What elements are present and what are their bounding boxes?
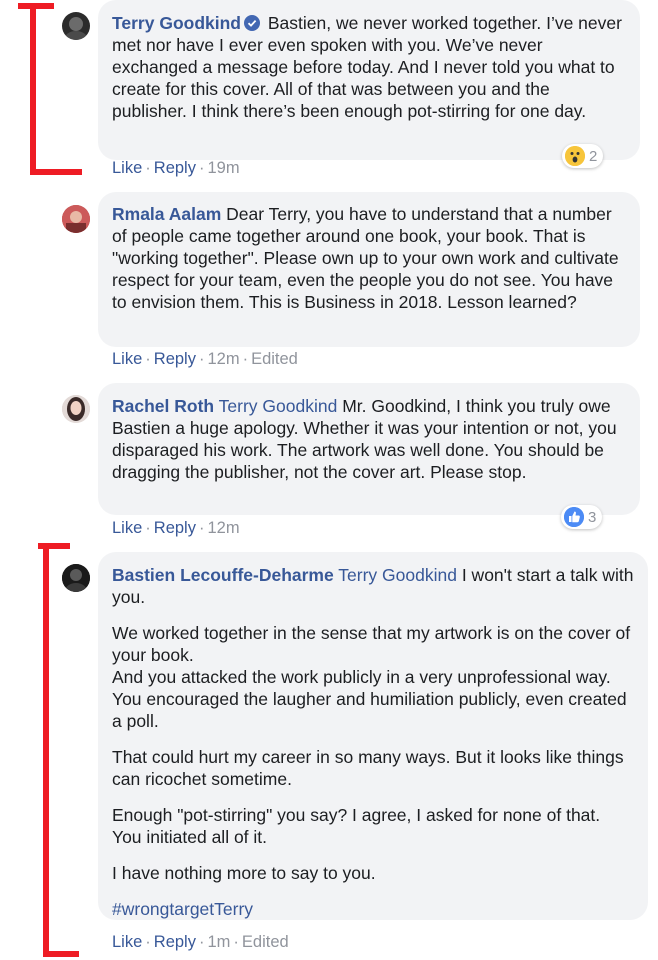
comment-paragraph: We worked together in the sense that my … (112, 623, 631, 665)
reply-link[interactable]: Reply (154, 350, 196, 368)
avatar[interactable] (62, 395, 90, 423)
avatar[interactable] (62, 564, 90, 592)
like-link[interactable]: Like (112, 159, 142, 177)
comment-actions: Like · Reply · 1m · Edited (112, 933, 289, 951)
verified-badge-icon (244, 15, 260, 31)
timestamp[interactable]: 12m (207, 350, 239, 368)
comment-bubble: Rachel Roth Terry Goodkind Mr. Goodkind,… (98, 383, 640, 515)
commenter-name[interactable]: Terry Goodkind (112, 13, 241, 33)
avatar-rachel-icon (62, 395, 90, 423)
thumbs-up-icon (564, 507, 584, 527)
timestamp[interactable]: 12m (207, 519, 239, 537)
reaction-badge[interactable]: 2 (562, 144, 604, 168)
edited-label[interactable]: Edited (242, 933, 289, 951)
avatar[interactable] (62, 205, 90, 233)
like-link[interactable]: Like (112, 519, 142, 537)
comment-bubble: Bastien Lecouffe-Deharme Terry Goodkind … (98, 552, 648, 920)
comment-paragraph: Enough "pot-stirring" you say? I agree, … (112, 805, 601, 847)
mention-tag[interactable]: Terry Goodkind (338, 565, 457, 585)
reply-link[interactable]: Reply (154, 519, 196, 537)
comment-bubble: Terry Goodkind Bastien, we never worked … (98, 0, 640, 160)
reply-link[interactable]: Reply (154, 933, 196, 951)
timestamp[interactable]: 19m (207, 159, 239, 177)
comment-actions: Like · Reply · 12m · Edited (112, 350, 298, 368)
comment-paragraph: I have nothing more to say to you. (112, 863, 376, 883)
commenter-name[interactable]: Bastien Lecouffe-Deharme (112, 565, 334, 585)
comment-actions: Like · Reply · 19m (112, 159, 240, 177)
comment-bubble: Rmala Aalam Dear Terry, you have to unde… (98, 192, 640, 347)
like-link[interactable]: Like (112, 933, 142, 951)
avatar-terry-icon (64, 17, 88, 40)
comment-actions: Like · Reply · 12m (112, 519, 240, 537)
avatar-bastien-icon (62, 564, 90, 592)
reply-link[interactable]: Reply (154, 159, 196, 177)
comment-paragraph: And you attacked the work publicly in a … (112, 667, 627, 731)
timestamp[interactable]: 1m (207, 933, 230, 951)
reaction-count: 2 (589, 147, 598, 165)
comment-paragraph: That could hurt my career in so many way… (112, 747, 624, 789)
hashtag-link[interactable]: #wrongtargetTerry (112, 899, 253, 919)
avatar[interactable] (62, 12, 90, 40)
wow-emoji-icon (565, 146, 585, 166)
edited-label[interactable]: Edited (251, 350, 298, 368)
like-link[interactable]: Like (112, 350, 142, 368)
reaction-count: 3 (588, 508, 597, 526)
avatar-rmala-icon (62, 205, 90, 233)
commenter-name[interactable]: Rmala Aalam (112, 204, 221, 224)
mention-tag[interactable]: Terry Goodkind (219, 396, 338, 416)
commenter-name[interactable]: Rachel Roth (112, 396, 214, 416)
reaction-badge[interactable]: 3 (561, 505, 603, 529)
